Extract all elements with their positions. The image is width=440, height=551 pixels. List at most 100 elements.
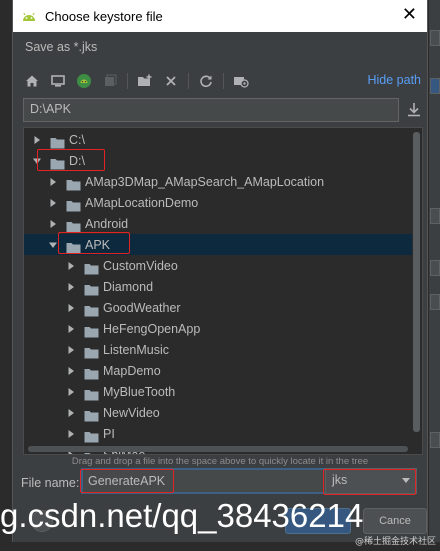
background-chip bbox=[430, 78, 440, 94]
chevron-right-icon[interactable] bbox=[66, 282, 76, 292]
chevron-right-icon[interactable] bbox=[66, 345, 76, 355]
home-icon[interactable] bbox=[23, 72, 41, 90]
folder-icon bbox=[84, 428, 99, 442]
folder-icon bbox=[84, 386, 99, 400]
tree-row-label: CustomVideo bbox=[103, 258, 178, 273]
watermark-secondary: @稀土掘金技术社区 bbox=[354, 537, 436, 547]
watermark-text: g.csdn.net/qq_38436214 bbox=[0, 497, 364, 534]
tree-row-label: Diamond bbox=[103, 279, 154, 294]
folder-icon bbox=[50, 134, 65, 148]
background-chip bbox=[430, 260, 440, 276]
tree-row[interactable]: ListenMusic bbox=[24, 339, 412, 360]
module-icon[interactable] bbox=[101, 72, 119, 90]
tree-row-label: NewVideo bbox=[103, 405, 160, 420]
background-chip bbox=[430, 30, 440, 46]
background-chip bbox=[430, 432, 440, 448]
chevron-right-icon[interactable] bbox=[66, 366, 76, 376]
chevron-right-icon[interactable] bbox=[48, 198, 58, 208]
chevron-down-icon[interactable] bbox=[32, 156, 42, 166]
folder-icon bbox=[84, 260, 99, 274]
cancel-button[interactable]: Cance bbox=[363, 508, 427, 534]
tree-row-label: PI bbox=[103, 426, 115, 441]
tree-row-label: HeFengOpenApp bbox=[103, 321, 201, 336]
tree-row-label: GoodWeather bbox=[103, 300, 181, 315]
file-chooser-toolbar: Hide path bbox=[23, 70, 423, 92]
tree-row[interactable]: GoodWeather bbox=[24, 297, 412, 318]
tree-row-label: APK bbox=[85, 237, 111, 252]
drag-drop-hint: Drag and drop a file into the space abov… bbox=[71, 456, 369, 467]
chevron-right-icon[interactable] bbox=[66, 303, 76, 313]
new-folder-icon[interactable] bbox=[136, 72, 154, 90]
tree-row[interactable]: MapDemo bbox=[24, 360, 412, 381]
folder-icon bbox=[66, 176, 81, 190]
toolbar-separator bbox=[223, 73, 224, 89]
dialog-titlebar: Choose keystore file ✕ bbox=[13, 0, 427, 32]
background-chip bbox=[430, 208, 440, 224]
close-icon[interactable]: ✕ bbox=[402, 5, 417, 25]
folder-icon bbox=[84, 302, 99, 316]
dialog-title: Choose keystore file bbox=[45, 8, 163, 24]
folder-icon bbox=[66, 239, 81, 253]
hide-path-link[interactable]: Hide path bbox=[367, 73, 421, 87]
chevron-right-icon[interactable] bbox=[66, 408, 76, 418]
folder-icon bbox=[66, 218, 81, 232]
tree-row-label: D:\ bbox=[69, 153, 85, 168]
tree-row[interactable]: CustomVideo bbox=[24, 255, 412, 276]
toolbar-separator bbox=[188, 73, 189, 89]
folder-icon bbox=[66, 197, 81, 211]
path-field[interactable]: D:\APK bbox=[23, 98, 399, 122]
download-icon[interactable] bbox=[405, 101, 423, 119]
file-name-label: File name: bbox=[21, 476, 80, 490]
folder-icon bbox=[84, 407, 99, 421]
tree-row[interactable]: Android bbox=[24, 213, 412, 234]
choose-keystore-dialog: Choose keystore file ✕ Save as *.jks Hid… bbox=[12, 0, 428, 551]
chevron-right-icon[interactable] bbox=[66, 387, 76, 397]
background-chip bbox=[430, 294, 440, 310]
folder-icon bbox=[84, 344, 99, 358]
tree-row[interactable]: APK bbox=[24, 234, 412, 255]
chevron-right-icon[interactable] bbox=[66, 261, 76, 271]
folder-icon bbox=[84, 323, 99, 337]
refresh-icon[interactable] bbox=[197, 72, 215, 90]
tree-row-label: AMap3DMap_AMapSearch_AMapLocation bbox=[85, 174, 325, 189]
chevron-right-icon[interactable] bbox=[48, 177, 58, 187]
folder-icon bbox=[50, 155, 65, 169]
tree-row[interactable]: MyBlueTooth bbox=[24, 381, 412, 402]
chevron-down-icon bbox=[402, 478, 410, 483]
horizontal-scrollbar[interactable] bbox=[28, 446, 408, 452]
show-hidden-icon[interactable] bbox=[232, 72, 250, 90]
tree-row[interactable]: Diamond bbox=[24, 276, 412, 297]
tree-row[interactable]: AMapLocationDemo bbox=[24, 192, 412, 213]
desktop-icon[interactable] bbox=[49, 72, 67, 90]
android-icon bbox=[23, 12, 35, 21]
tree-row[interactable]: AMap3DMap_AMapSearch_AMapLocation bbox=[24, 171, 412, 192]
file-name-input[interactable]: GenerateAPK bbox=[81, 468, 333, 494]
tree-row-label: ListenMusic bbox=[103, 342, 169, 357]
tree-row-label: C:\ bbox=[69, 132, 85, 147]
tree-row[interactable]: HeFengOpenApp bbox=[24, 318, 412, 339]
chevron-right-icon[interactable] bbox=[66, 324, 76, 334]
chevron-down-icon[interactable] bbox=[48, 240, 58, 250]
tree-row[interactable]: NewVideo bbox=[24, 402, 412, 423]
tree-row-label: AMapLocationDemo bbox=[85, 195, 199, 210]
tree-row[interactable]: C:\ bbox=[24, 129, 412, 150]
tree-row[interactable]: D:\ bbox=[24, 150, 412, 171]
tree-row-label: MyBlueTooth bbox=[103, 384, 176, 399]
folder-icon bbox=[84, 365, 99, 379]
dialog-subtitle: Save as *.jks bbox=[25, 40, 98, 54]
file-tree[interactable]: ShiMaoPINewVideoMyBlueToothMapDemoListen… bbox=[23, 127, 423, 455]
extension-value: jks bbox=[332, 473, 348, 487]
background-ide-left-strip bbox=[0, 0, 12, 551]
tree-row-label: MapDemo bbox=[103, 363, 161, 378]
chevron-right-icon[interactable] bbox=[32, 135, 42, 145]
tree-row-label: Android bbox=[85, 216, 129, 231]
android-project-icon[interactable] bbox=[75, 72, 93, 90]
toolbar-separator bbox=[127, 73, 128, 89]
chevron-right-icon[interactable] bbox=[48, 219, 58, 229]
delete-icon[interactable] bbox=[162, 72, 180, 90]
background-ide-right-strip bbox=[428, 0, 440, 551]
tree-row[interactable]: PI bbox=[24, 423, 412, 444]
vertical-scrollbar[interactable] bbox=[413, 132, 420, 432]
chevron-right-icon[interactable] bbox=[66, 429, 76, 439]
extension-select[interactable]: jks bbox=[325, 468, 417, 494]
